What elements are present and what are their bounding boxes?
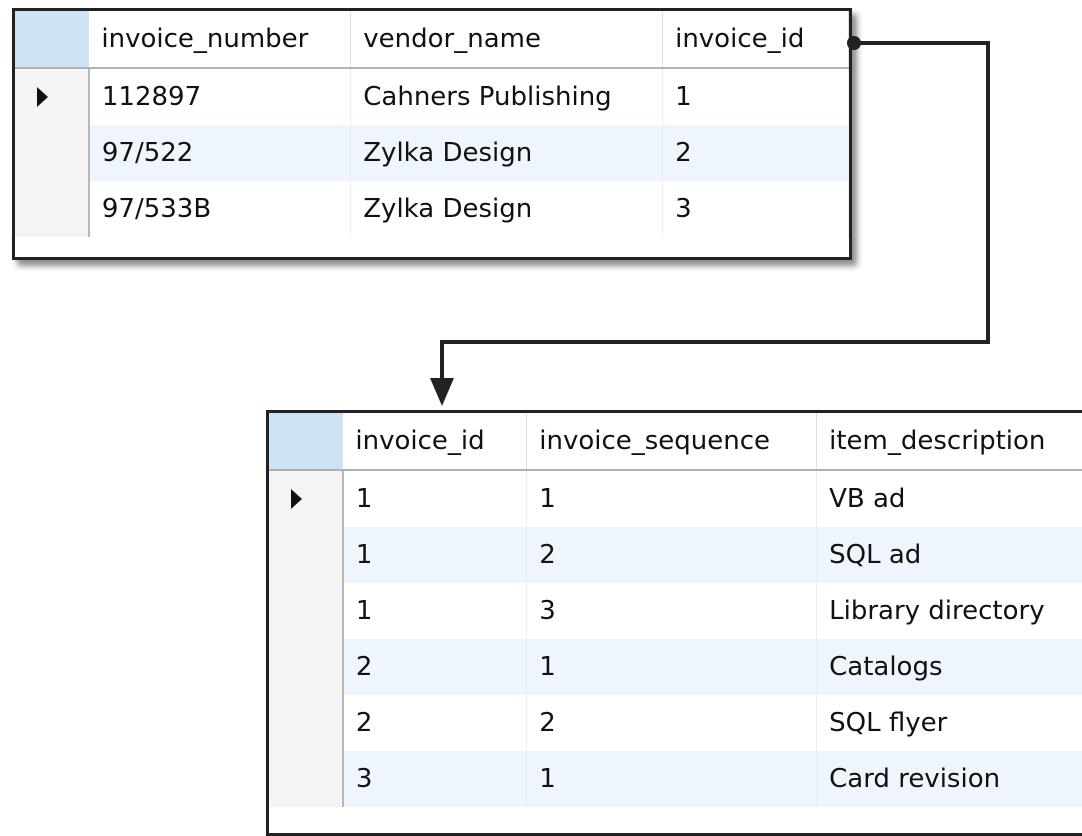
row-selector[interactable] bbox=[15, 125, 90, 181]
cell-item-description[interactable]: SQL flyer bbox=[816, 695, 1082, 751]
cell-invoice-id[interactable]: 2 bbox=[662, 125, 849, 181]
cell-item-description[interactable]: Library directory bbox=[816, 583, 1082, 639]
column-header-item-description[interactable]: item_description bbox=[816, 413, 1082, 471]
cell-vendor-name[interactable]: Cahners Publishing bbox=[350, 68, 664, 125]
table-row[interactable]: 2 1 Catalogs bbox=[269, 639, 1082, 695]
column-header-invoice-id[interactable]: invoice_id bbox=[342, 413, 528, 471]
cell-invoice-sequence[interactable]: 2 bbox=[526, 527, 818, 583]
column-header-vendor-name[interactable]: vendor_name bbox=[350, 11, 664, 69]
row-selector[interactable] bbox=[269, 583, 344, 639]
cell-invoice-sequence[interactable]: 2 bbox=[526, 695, 818, 751]
table-row[interactable]: 1 1 VB ad bbox=[269, 470, 1082, 527]
line-items-grid: invoice_id invoice_sequence item_descrip… bbox=[266, 410, 1082, 836]
row-selector[interactable] bbox=[269, 695, 344, 751]
table-row[interactable]: 97/522 Zylka Design 2 bbox=[15, 125, 849, 181]
invoices-grid: invoice_number vendor_name invoice_id 11… bbox=[12, 8, 852, 260]
row-selector[interactable] bbox=[269, 470, 344, 527]
invoices-table: invoice_number vendor_name invoice_id 11… bbox=[15, 11, 849, 237]
cell-invoice-sequence[interactable]: 1 bbox=[526, 751, 818, 807]
cell-invoice-id[interactable]: 2 bbox=[342, 639, 528, 695]
table-row[interactable]: 2 2 SQL flyer bbox=[269, 695, 1082, 751]
table-row[interactable]: 97/533B Zylka Design 3 bbox=[15, 181, 849, 237]
cell-invoice-id[interactable]: 1 bbox=[342, 527, 528, 583]
cell-invoice-number[interactable]: 97/522 bbox=[88, 125, 352, 181]
row-selector[interactable] bbox=[269, 639, 344, 695]
line-items-header-row: invoice_id invoice_sequence item_descrip… bbox=[269, 413, 1082, 471]
cell-invoice-id[interactable]: 1 bbox=[662, 68, 849, 125]
cell-invoice-id[interactable]: 2 bbox=[342, 695, 528, 751]
table-row[interactable]: 112897 Cahners Publishing 1 bbox=[15, 68, 849, 125]
column-header-invoice-sequence[interactable]: invoice_sequence bbox=[526, 413, 818, 471]
cell-invoice-sequence[interactable]: 1 bbox=[526, 639, 818, 695]
cell-item-description[interactable]: Card revision bbox=[816, 751, 1082, 807]
cell-vendor-name[interactable]: Zylka Design bbox=[350, 125, 664, 181]
cell-item-description[interactable]: Catalogs bbox=[816, 639, 1082, 695]
cell-invoice-number[interactable]: 97/533B bbox=[88, 181, 352, 237]
invoices-corner-cell[interactable] bbox=[15, 11, 90, 69]
current-row-arrow-icon bbox=[291, 489, 302, 509]
cell-invoice-sequence[interactable]: 1 bbox=[526, 470, 818, 527]
row-selector[interactable] bbox=[15, 181, 90, 237]
row-selector[interactable] bbox=[269, 527, 344, 583]
table-row[interactable]: 1 3 Library directory bbox=[269, 583, 1082, 639]
column-header-invoice-id[interactable]: invoice_id bbox=[662, 11, 849, 69]
line-items-corner-cell[interactable] bbox=[269, 413, 344, 471]
row-selector[interactable] bbox=[269, 751, 344, 807]
cell-invoice-sequence[interactable]: 3 bbox=[526, 583, 818, 639]
cell-invoice-number[interactable]: 112897 bbox=[88, 68, 352, 125]
invoices-header-row: invoice_number vendor_name invoice_id bbox=[15, 11, 849, 69]
cell-invoice-id[interactable]: 1 bbox=[342, 470, 528, 527]
line-items-table: invoice_id invoice_sequence item_descrip… bbox=[269, 413, 1082, 807]
table-row[interactable]: 3 1 Card revision bbox=[269, 751, 1082, 807]
cell-invoice-id[interactable]: 3 bbox=[662, 181, 849, 237]
cell-item-description[interactable]: SQL ad bbox=[816, 527, 1082, 583]
table-row[interactable]: 1 2 SQL ad bbox=[269, 527, 1082, 583]
current-row-arrow-icon bbox=[37, 87, 48, 107]
connector-arrowhead-icon bbox=[430, 378, 454, 406]
row-selector[interactable] bbox=[15, 68, 90, 125]
column-header-invoice-number[interactable]: invoice_number bbox=[88, 11, 352, 69]
cell-invoice-id[interactable]: 1 bbox=[342, 583, 528, 639]
cell-item-description[interactable]: VB ad bbox=[816, 470, 1082, 527]
cell-invoice-id[interactable]: 3 bbox=[342, 751, 528, 807]
cell-vendor-name[interactable]: Zylka Design bbox=[350, 181, 664, 237]
